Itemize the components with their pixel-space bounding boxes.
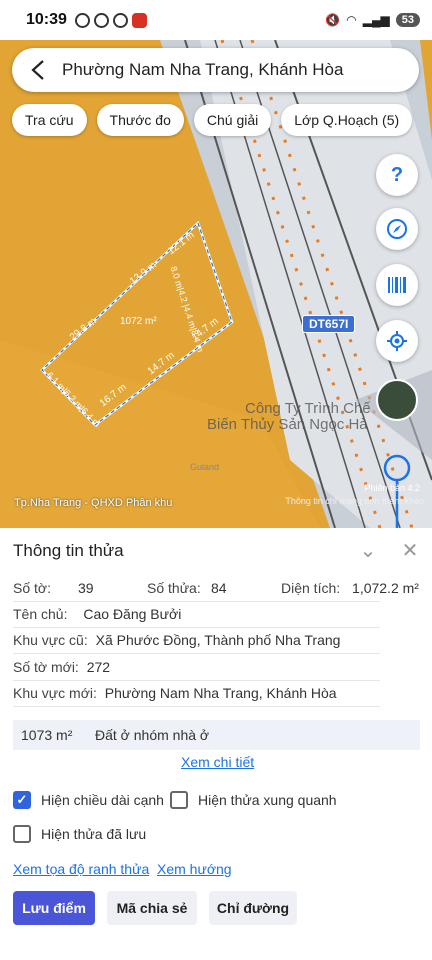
view-detail-link[interactable]: Xem chi tiết [181, 754, 254, 770]
dien-tich-row: Diện tích: 1,072.2 m² [281, 580, 419, 596]
back-arrow-icon[interactable] [30, 59, 46, 81]
crosshair-icon [387, 331, 407, 351]
search-bar[interactable]: Phường Nam Nha Trang, Khánh Hòa [12, 48, 419, 92]
compass-icon [387, 219, 407, 239]
khu-vuc-moi-row: Khu vực mới: Phường Nam Nha Trang, Khánh… [13, 685, 337, 701]
dien-tich-value: 1,072.2 m² [352, 580, 419, 596]
checkbox-icon[interactable] [13, 825, 31, 843]
ten-chu-row: Tên chủ: Cao Đăng Bưởi [13, 606, 181, 622]
signal-app-icon [112, 12, 128, 28]
chip-chu-giai[interactable]: Chú giải [193, 104, 272, 136]
status-right: 🔇 ◠ ▂▄▆ 53 [325, 13, 420, 27]
show-surrounding-checkbox[interactable]: Hiện thửa xung quanh [170, 791, 337, 809]
dien-tich-label: Diện tích: [281, 580, 341, 596]
so-to-label: Số tờ: [13, 580, 51, 596]
show-edge-length-label: Hiện chiều dài cạnh [41, 792, 164, 808]
brand-watermark: Guland [190, 462, 220, 472]
question-icon: ? [390, 163, 404, 186]
chip-tra-cuu[interactable]: Tra cứu [12, 104, 87, 136]
khu-vuc-cu-value: Xã Phước Đồng, Thành phố Nha Trang [95, 632, 341, 648]
divider [13, 627, 380, 628]
version-label: Phiên bản 4.2 [364, 483, 420, 493]
barcode-icon [388, 277, 406, 293]
compass-button[interactable] [376, 208, 418, 250]
map-chip-row: Tra cứu Thước đo Chú giải Lớp Q.Hoạch (5… [12, 104, 413, 136]
so-to-row: Số tờ: 39 [13, 580, 94, 596]
divider [13, 653, 380, 654]
show-saved-checkbox[interactable]: Hiện thửa đã lưu [13, 825, 146, 843]
khu-vuc-moi-value: Phường Nam Nha Trang, Khánh Hòa [104, 685, 337, 701]
ten-chu-value: Cao Đăng Bưởi [83, 606, 182, 622]
notification-app-icon [131, 12, 147, 28]
so-to-moi-label: Số tờ mới: [13, 659, 79, 675]
divider [13, 706, 380, 707]
cell-signal-icon: ▂▄▆ [362, 13, 390, 27]
khu-vuc-cu-row: Khu vực cũ: Xã Phước Đồng, Thành phố Nha… [13, 632, 340, 648]
help-button[interactable]: ? [376, 154, 418, 196]
show-saved-label: Hiện thửa đã lưu [41, 826, 147, 842]
wifi-icon: ◠ [346, 13, 357, 27]
phone-icon [74, 12, 90, 28]
search-title[interactable]: Phường Nam Nha Trang, Khánh Hòa [62, 60, 343, 80]
company-label-2: Biến Thủy Sản Ngọc Hà [207, 416, 368, 433]
so-to-moi-value: 272 [86, 659, 111, 675]
land-use-area: 1073 m² [21, 727, 73, 743]
my-location-button[interactable] [376, 320, 418, 362]
show-surrounding-label: Hiện thửa xung quanh [198, 792, 337, 808]
so-thua-value: 84 [211, 580, 227, 596]
land-use-row: 1073 m² Đất ở nhóm nhà ở [13, 720, 420, 750]
close-icon[interactable]: ✕ [399, 540, 421, 562]
company-label-1: Công Ty Trình Chế [245, 400, 371, 417]
show-edge-length-checkbox[interactable]: ✓ Hiện chiều dài cạnh [13, 791, 164, 809]
share-code-button[interactable]: Mã chia sẻ [107, 891, 197, 925]
status-bar: 10:39 🔇 ◠ ▂▄▆ 53 [0, 0, 432, 40]
so-thua-row: Số thửa: 84 [147, 580, 227, 596]
ten-chu-label: Tên chủ: [13, 606, 68, 622]
chip-thuoc-do[interactable]: Thước đo [96, 104, 184, 136]
khu-vuc-cu-label: Khu vực cũ: [13, 632, 88, 648]
so-to-value: 39 [78, 580, 94, 596]
barcode-button[interactable] [376, 264, 418, 306]
panel-title: Thông tin thửa [13, 541, 124, 560]
battery-icon: 53 [395, 13, 420, 27]
divider [13, 680, 380, 681]
chip-lop-quy-hoach[interactable]: Lớp Q.Hoạch (5) [281, 104, 413, 136]
messenger-icon [93, 12, 109, 28]
view-direction-link[interactable]: Xem hướng [157, 861, 232, 877]
view-coordinates-link[interactable]: Xem tọa độ ranh thửa [13, 861, 149, 877]
mute-icon: 🔇 [325, 13, 341, 27]
khu-vuc-moi-label: Khu vực mới: [13, 685, 97, 701]
directions-button[interactable]: Chỉ đường [209, 891, 297, 925]
so-to-moi-row: Số tờ mới: 272 [13, 659, 110, 675]
so-thua-label: Số thửa: [147, 580, 201, 596]
save-point-button[interactable]: Lưu điểm [13, 891, 95, 925]
collapse-chevron-icon[interactable]: ⌄ [357, 540, 379, 562]
checkbox-checked-icon[interactable]: ✓ [13, 791, 31, 809]
panel-header: Thông tin thửa ⌄ ✕ [0, 528, 432, 574]
status-time: 10:39 [26, 11, 67, 28]
status-icons [74, 12, 147, 28]
map-layer-label: Tp.Nha Trang - QHXD Phân khu [14, 497, 173, 509]
checkbox-icon[interactable] [170, 791, 188, 809]
land-use-type: Đất ở nhóm nhà ở [95, 727, 210, 743]
disclaimer-label: Thông tin chỉ mang tính tham khảo [285, 496, 424, 506]
parcel-area-label: 1072 m² [120, 316, 157, 327]
divider [13, 601, 380, 602]
road-label: DT657I [302, 315, 356, 333]
